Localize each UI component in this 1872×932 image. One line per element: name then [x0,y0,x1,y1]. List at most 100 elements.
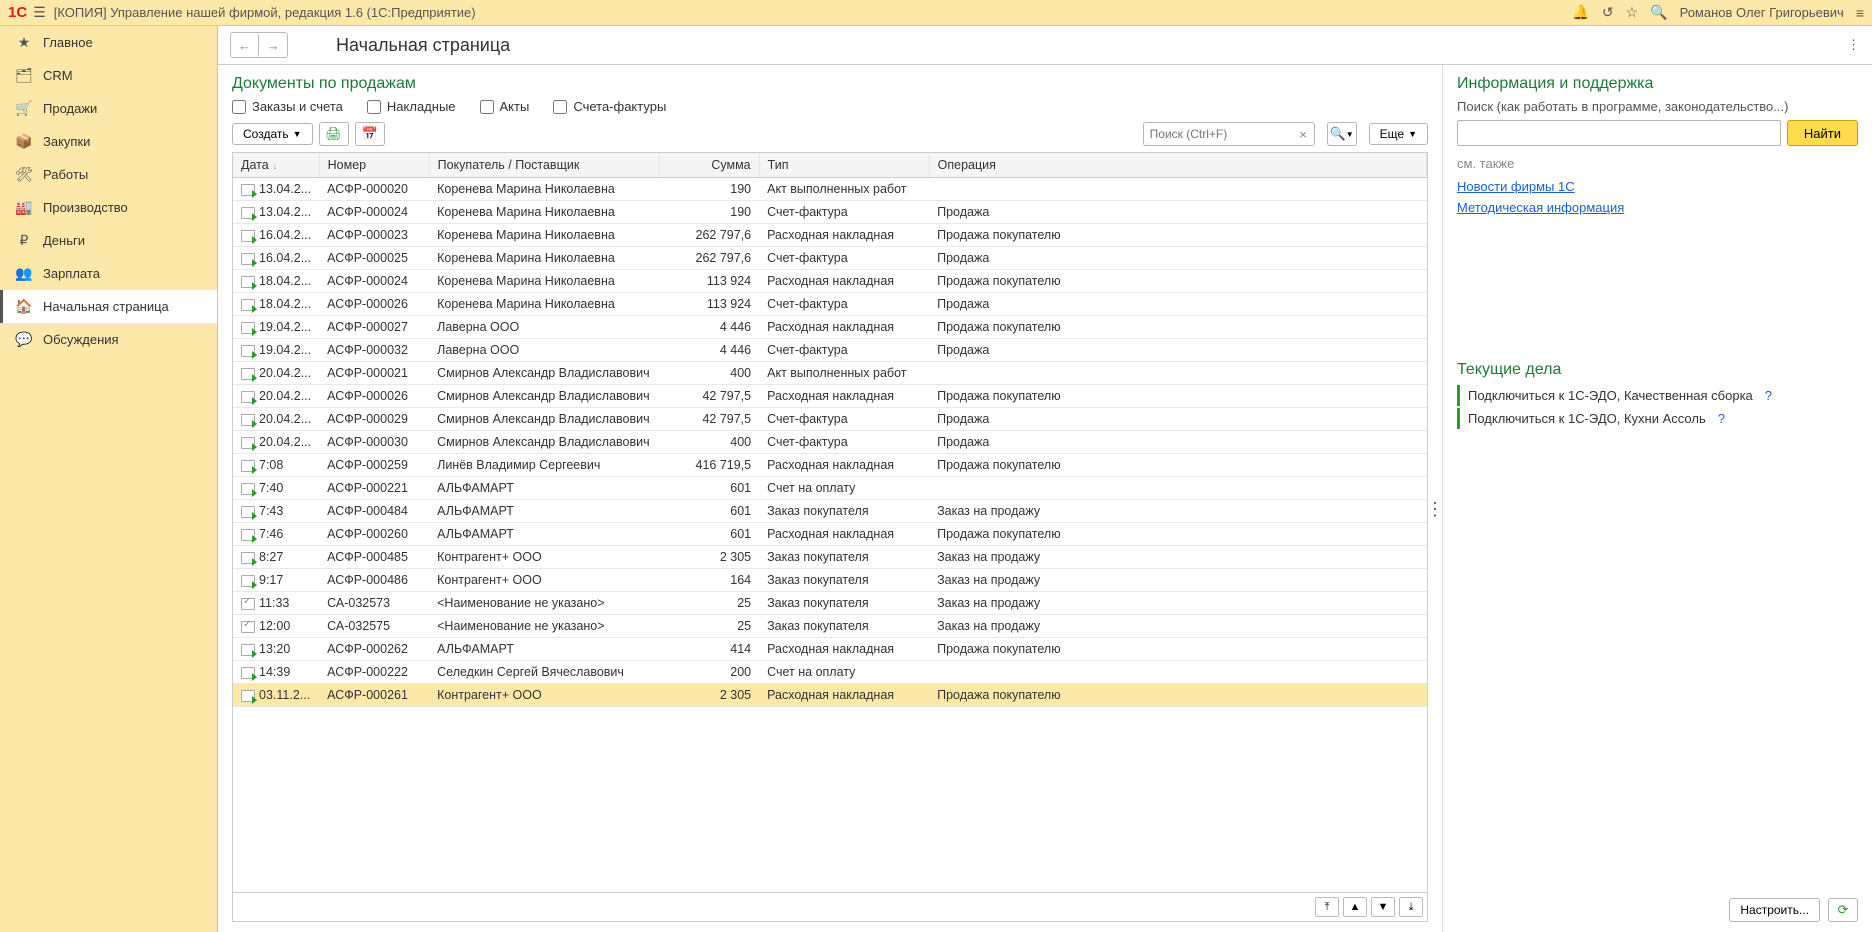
calendar-button[interactable]: 📅 [355,122,385,146]
sidebar-item-label: Главное [43,35,93,50]
scroll-down-button[interactable]: ▼ [1371,897,1395,917]
table-row[interactable]: 16.04.2...АСФР-000025Коренева Марина Ник… [233,247,1427,270]
search-clear-button[interactable]: × [1293,122,1315,146]
filter-acts[interactable]: Акты [480,99,530,114]
task-item[interactable]: Подключиться к 1С-ЭДО, Кухни Ассоль? [1457,408,1858,429]
cell-buyer: Коренева Марина Николаевна [429,178,659,201]
sidebar-item-5[interactable]: 🏭Производство [0,191,217,224]
scroll-bottom-button[interactable]: ⤓ [1399,897,1423,917]
doc-status-icon [241,414,255,426]
more-button[interactable]: Еще▼ [1369,123,1428,145]
table-row[interactable]: 11:33СА-032573<Наименование не указано>2… [233,592,1427,615]
history-icon[interactable]: ↺ [1602,4,1614,21]
table-row[interactable]: 7:46АСФР-000260АЛЬФАМАРТ601Расходная нак… [233,523,1427,546]
table-row[interactable]: 9:17АСФР-000486Контрагент+ ООО164Заказ п… [233,569,1427,592]
bell-icon[interactable]: 🔔 [1572,4,1589,21]
filter-invoices[interactable]: Счета-фактуры [553,99,666,114]
table-row[interactable]: 18.04.2...АСФР-000026Коренева Марина Ник… [233,293,1427,316]
col-date[interactable]: Дата↓ [233,153,319,178]
table-row[interactable]: 19.04.2...АСФР-000027Лаверна ООО4 446Рас… [233,316,1427,339]
table-row[interactable]: 8:27АСФР-000485Контрагент+ ООО2 305Заказ… [233,546,1427,569]
refresh-button[interactable]: ⟳ [1828,898,1858,922]
cell-operation: Продажа [929,408,1426,431]
sidebar-item-8[interactable]: 🏠Начальная страница [0,290,217,323]
create-button[interactable]: Создать▼ [232,123,313,145]
table-row[interactable]: 18.04.2...АСФР-000024Коренева Марина Ник… [233,270,1427,293]
help-icon[interactable]: ? [1718,411,1725,426]
cell-type: Счет на оплату [759,477,929,500]
sidebar-item-label: Продажи [43,101,97,116]
sidebar-icon: ★ [15,34,33,51]
table-row[interactable]: 20.04.2...АСФР-000030Смирнов Александр В… [233,431,1427,454]
table-row[interactable]: 14:39АСФР-000222Селедкин Сергей Вячеслав… [233,661,1427,684]
table-row[interactable]: 20.04.2...АСФР-000021Смирнов Александр В… [233,362,1427,385]
sidebar-item-4[interactable]: 🛠Работы [0,158,217,191]
menu-icon[interactable]: ≡ [1856,5,1864,21]
table-row[interactable]: 03.11.2...АСФР-000261Контрагент+ ООО2 30… [233,684,1427,707]
table-row[interactable]: 13.04.2...АСФР-000024Коренева Марина Ник… [233,201,1427,224]
table-row[interactable]: 16.04.2...АСФР-000023Коренева Марина Ник… [233,224,1427,247]
search-input[interactable] [1143,122,1293,146]
info-search-input[interactable] [1457,120,1781,146]
sidebar-item-2[interactable]: 🛒Продажи [0,92,217,125]
sidebar-item-6[interactable]: ₽Деньги [0,224,217,257]
search-icon[interactable]: 🔍 [1650,4,1667,21]
sidebar-item-3[interactable]: 📦Закупки [0,125,217,158]
sidebar-item-9[interactable]: 💬Обсуждения [0,323,217,356]
table-row[interactable]: 12:00СА-032575<Наименование не указано>2… [233,615,1427,638]
filter-waybills[interactable]: Накладные [367,99,456,114]
filter-orders[interactable]: Заказы и счета [232,99,343,114]
find-button[interactable]: Найти [1787,120,1858,146]
table-row[interactable]: 7:08АСФР-000259Линёв Владимир Сергеевич4… [233,454,1427,477]
sidebar-item-label: Зарплата [43,266,100,281]
task-item[interactable]: Подключиться к 1С-ЭДО, Качественная сбор… [1457,385,1858,406]
sidebar-icon: 💬 [15,331,33,348]
cell-type: Счет-фактура [759,201,929,224]
table-row[interactable]: 19.04.2...АСФР-000032Лаверна ООО4 446Сче… [233,339,1427,362]
info-panel: Информация и поддержка Поиск (как работа… [1442,65,1872,932]
print-button[interactable]: 🖨 [319,122,349,146]
table-row[interactable]: 7:40АСФР-000221АЛЬФАМАРТ601Счет на оплат… [233,477,1427,500]
nav-back-button[interactable]: ← [231,33,259,57]
nav-forward-button[interactable]: → [259,33,287,57]
task-label: Подключиться к 1С-ЭДО, Кухни Ассоль [1468,411,1706,426]
table-row[interactable]: 20.04.2...АСФР-000026Смирнов Александр В… [233,385,1427,408]
cell-buyer: АЛЬФАМАРТ [429,638,659,661]
cell-sum: 2 305 [659,684,759,707]
sidebar-item-7[interactable]: 👥Зарплата [0,257,217,290]
configure-button[interactable]: Настроить... [1729,898,1820,922]
cell-number: АСФР-000221 [319,477,429,500]
star-icon[interactable]: ☆ [1626,4,1639,21]
link-method[interactable]: Методическая информация [1457,200,1858,215]
link-news[interactable]: Новости фирмы 1С [1457,179,1858,194]
cell-number: АСФР-000485 [319,546,429,569]
kebab-icon[interactable]: ⋮ [1847,37,1860,53]
cell-date: 19.04.2... [259,320,311,334]
scroll-up-button[interactable]: ▲ [1343,897,1367,917]
app-logo: 1C [8,4,27,21]
burger-icon[interactable]: ☰ [33,4,46,21]
cell-date: 20.04.2... [259,412,311,426]
adv-search-button[interactable]: 🔍▼ [1327,122,1357,146]
col-type[interactable]: Тип [759,153,929,178]
doc-status-icon [241,207,255,219]
current-user[interactable]: Романов Олег Григорьевич [1680,5,1844,20]
table-row[interactable]: 13:20АСФР-000262АЛЬФАМАРТ414Расходная на… [233,638,1427,661]
col-sum[interactable]: Сумма [659,153,759,178]
sidebar-item-0[interactable]: ★ Главное [0,26,217,59]
col-number[interactable]: Номер [319,153,429,178]
table-row[interactable]: 7:43АСФР-000484АЛЬФАМАРТ601Заказ покупат… [233,500,1427,523]
doc-status-icon [241,322,255,334]
cell-sum: 601 [659,523,759,546]
col-buyer[interactable]: Покупатель / Поставщик [429,153,659,178]
doc-status-icon [241,391,255,403]
cell-sum: 416 719,5 [659,454,759,477]
table-row[interactable]: 20.04.2...АСФР-000029Смирнов Александр В… [233,408,1427,431]
table-row[interactable]: 13.04.2...АСФР-000020Коренева Марина Ник… [233,178,1427,201]
help-icon[interactable]: ? [1765,388,1772,403]
col-operation[interactable]: Операция [929,153,1426,178]
documents-table[interactable]: Дата↓ Номер Покупатель / Поставщик Сумма… [232,152,1428,893]
sidebar-item-1[interactable]: 🗂CRM [0,59,217,92]
panel-resize-icon[interactable]: ⋮ [1426,499,1442,520]
scroll-top-button[interactable]: ⤒ [1315,897,1339,917]
